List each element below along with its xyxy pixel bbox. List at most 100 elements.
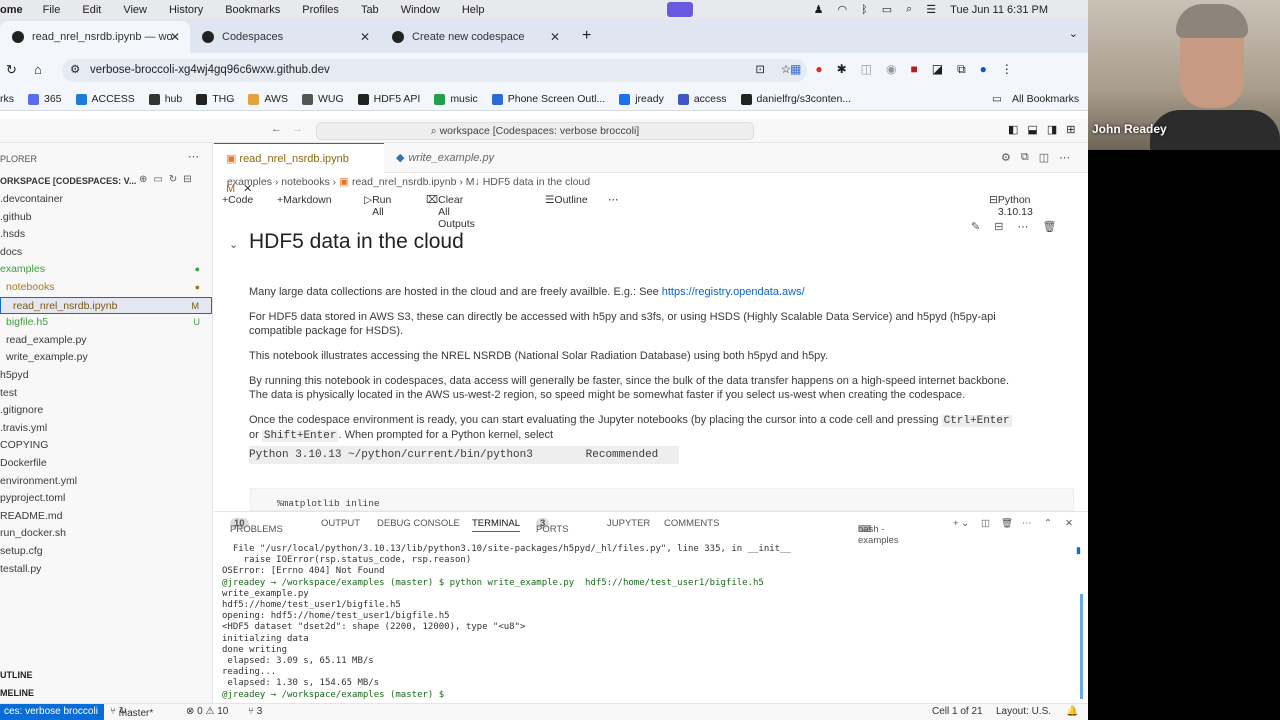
- browser-tab-codespaces[interactable]: Codespaces ✕: [190, 21, 380, 53]
- editor-tab-notebook[interactable]: ▣ read_nrel_nsrdb.ipynb M ✕: [214, 143, 384, 195]
- tree-item[interactable]: testall.py: [0, 561, 212, 578]
- bluetooth-icon[interactable]: ᛒ: [861, 4, 868, 16]
- clear-outputs-button[interactable]: ⌧ Clear All Outputs: [426, 194, 475, 230]
- tab-jupyter[interactable]: JUPYTER: [607, 518, 650, 529]
- tree-item[interactable]: COPYING: [0, 437, 212, 454]
- split-terminal-icon[interactable]: ◫: [981, 518, 990, 529]
- tree-item[interactable]: pyproject.toml: [0, 490, 212, 507]
- split-cell-icon[interactable]: ⊟: [994, 220, 1003, 233]
- new-folder-icon[interactable]: ▭: [153, 174, 162, 185]
- toggle-secondary-sidebar-icon[interactable]: ◨: [1047, 123, 1057, 136]
- tree-item[interactable]: read_example.py: [0, 332, 212, 349]
- extension-icon[interactable]: ◪: [932, 62, 943, 77]
- tab-comments[interactable]: COMMENTS: [664, 518, 719, 529]
- wifi-icon[interactable]: ◠: [837, 3, 847, 16]
- app-name[interactable]: ome: [0, 4, 23, 16]
- address-bar[interactable]: ⚙ verbose-broccoli-xg4wj4gq96c6wxw.githu…: [62, 59, 807, 82]
- menu-bookmarks[interactable]: Bookmarks: [225, 4, 280, 16]
- tab-output[interactable]: OUTPUT: [321, 518, 360, 529]
- menu-edit[interactable]: Edit: [82, 4, 101, 16]
- back-arrow-icon[interactable]: ←: [271, 123, 282, 135]
- workspace-root[interactable]: ORKSPACE [CODESPACES: V...: [0, 176, 136, 186]
- new-tab-icon[interactable]: +: [582, 27, 591, 45]
- menu-help[interactable]: Help: [462, 4, 485, 16]
- tree-item[interactable]: environment.yml: [0, 473, 212, 490]
- compare-icon[interactable]: ⧉: [1021, 151, 1029, 164]
- close-icon[interactable]: ✕: [360, 30, 370, 44]
- code-cell[interactable]: %matplotlib inline: [250, 488, 1074, 511]
- branch-status[interactable]: ⑂ master* ↻: [110, 706, 153, 719]
- bookmark-item[interactable]: 365: [28, 93, 62, 105]
- battery-icon[interactable]: ▭: [882, 3, 892, 16]
- tree-item[interactable]: run_docker.sh: [0, 525, 212, 542]
- tree-item[interactable]: .travis.yml: [0, 420, 212, 437]
- delete-cell-icon[interactable]: 🗑: [1042, 220, 1056, 233]
- bookmark-item[interactable]: jready: [619, 93, 664, 105]
- toggle-sidebar-icon[interactable]: ◧: [1008, 123, 1018, 136]
- bookmark-item[interactable]: ACCESS: [75, 93, 135, 105]
- cell-position[interactable]: Cell 1 of 21: [932, 706, 983, 717]
- clock[interactable]: Tue Jun 11 6:31 PM: [950, 4, 1048, 16]
- close-panel-icon[interactable]: ✕: [1065, 518, 1073, 529]
- browser-tab-notebook[interactable]: read_nrel_nsrdb.ipynb — wo ✕: [0, 21, 190, 53]
- screen-share-icon[interactable]: [667, 2, 693, 17]
- tree-item[interactable]: examples ●: [0, 261, 212, 278]
- tree-item[interactable]: .github: [0, 209, 212, 226]
- problems-status[interactable]: ⊗ 0 ⚠ 10: [186, 706, 228, 717]
- bookmark-item[interactable]: hub: [148, 93, 182, 105]
- more-actions-icon[interactable]: ⋯: [1017, 220, 1028, 233]
- tree-item[interactable]: read_nrel_nsrdb.ipynb M: [0, 296, 212, 314]
- notifications-bell-icon[interactable]: 🔔: [1066, 706, 1078, 717]
- breadcrumb-item[interactable]: M↓ HDF5 data in the cloud: [466, 176, 590, 188]
- bookmark-item[interactable]: HDF5 API: [357, 93, 420, 105]
- extension-grid-icon[interactable]: ▦: [790, 62, 801, 77]
- kernel-picker[interactable]: ⊟ Python 3.10.13: [989, 194, 1033, 218]
- kebab-menu-icon[interactable]: ⋮: [1001, 62, 1013, 77]
- extension-icon[interactable]: ■: [910, 62, 917, 77]
- browser-tab-create-codespace[interactable]: Create new codespace ✕: [380, 21, 570, 53]
- all-bookmarks-link[interactable]: All Bookmarks: [1012, 93, 1079, 105]
- forward-arrow-icon[interactable]: →: [292, 123, 303, 135]
- tree-item[interactable]: .gitignore: [0, 402, 212, 419]
- menu-tab[interactable]: Tab: [361, 4, 379, 16]
- run-all-button[interactable]: ▷ Run All: [364, 194, 391, 218]
- tab-problems[interactable]: PROBLEMS 10: [230, 518, 283, 535]
- install-app-icon[interactable]: ⊡: [755, 59, 765, 82]
- tree-item[interactable]: write_example.py: [0, 349, 212, 366]
- scrollbar[interactable]: [1080, 594, 1083, 699]
- bookmark-item[interactable]: Phone Screen Outl...: [491, 93, 605, 105]
- reload-icon[interactable]: ↻: [6, 62, 17, 78]
- more-actions-icon[interactable]: ⋯: [188, 150, 199, 163]
- bookmark-item[interactable]: danielfrg/s3conten...: [740, 93, 851, 105]
- add-markdown-cell-button[interactable]: + Markdown: [277, 194, 332, 206]
- tab-search-chevron-icon[interactable]: ⌄: [1069, 27, 1078, 40]
- bookmark-item[interactable]: access: [677, 93, 727, 105]
- more-actions-icon[interactable]: ⋯: [1022, 518, 1032, 529]
- timeline-section[interactable]: MELINE: [0, 688, 34, 698]
- bookmark-item[interactable]: music: [434, 93, 478, 105]
- bookmark-item[interactable]: THG: [196, 93, 234, 105]
- editor-tab-write-example[interactable]: ◆ write_example.py: [384, 143, 514, 173]
- tab-ports[interactable]: PORTS 3: [536, 518, 569, 535]
- remote-indicator[interactable]: ces: verbose broccoli: [0, 704, 104, 720]
- split-editor-icon[interactable]: ◫: [1039, 151, 1049, 164]
- maximize-panel-icon[interactable]: ⌃: [1044, 518, 1052, 529]
- extensions-menu-icon[interactable]: ⧉: [957, 62, 966, 77]
- tree-item[interactable]: Dockerfile: [0, 455, 212, 472]
- tree-item[interactable]: test: [0, 385, 212, 402]
- breadcrumb-item[interactable]: read_nrel_nsrdb.ipynb: [352, 176, 457, 188]
- control-center-icon[interactable]: ☰: [926, 3, 936, 16]
- tree-item[interactable]: docs: [0, 244, 212, 261]
- tree-item[interactable]: .devcontainer: [0, 191, 212, 208]
- folder-icon[interactable]: ▭: [992, 93, 1002, 105]
- new-file-icon[interactable]: ⊕: [139, 174, 147, 185]
- bookmark-item[interactable]: WUG: [301, 93, 344, 105]
- bookmark-item[interactable]: AWS: [248, 93, 288, 105]
- menu-file[interactable]: File: [43, 4, 61, 16]
- person-icon[interactable]: ♟: [814, 3, 824, 16]
- tree-item[interactable]: notebooks ●: [0, 279, 212, 296]
- tree-item[interactable]: h5pyd: [0, 367, 212, 384]
- menu-profiles[interactable]: Profiles: [302, 4, 339, 16]
- home-icon[interactable]: ⌂: [34, 62, 42, 77]
- menu-history[interactable]: History: [169, 4, 203, 16]
